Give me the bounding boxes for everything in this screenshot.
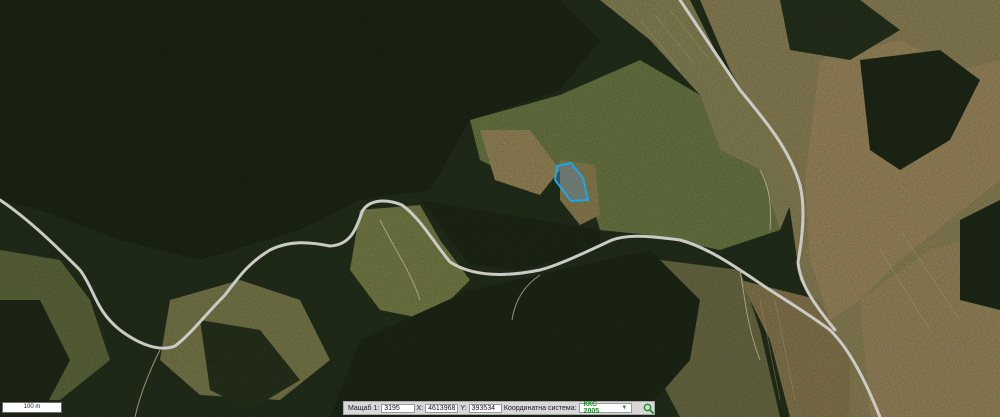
satellite-map[interactable] <box>0 0 1000 417</box>
scale-bar-label: 100 m <box>23 404 41 410</box>
coordinate-system-select[interactable]: ККС 2005 ▼ <box>578 401 633 415</box>
y-coordinate-field[interactable]: 393534 <box>468 403 502 413</box>
chevron-down-icon: ▼ <box>621 405 628 411</box>
x-coordinate-field[interactable]: 4613968 <box>425 403 459 413</box>
scale-label: Мащаб 1: <box>348 404 380 412</box>
coordinate-system-label: Координатна система: <box>503 404 577 412</box>
magnifier-icon[interactable] <box>642 402 654 414</box>
scale-input[interactable]: 3195 <box>381 403 415 413</box>
y-label: Y: <box>460 404 467 412</box>
coordinate-toolbar: Мащаб 1: 3195 X: 4613968 Y: 393534 Коорд… <box>343 401 655 415</box>
scale-bar: 100 m <box>2 402 62 413</box>
x-label: X: <box>416 404 424 412</box>
coordinate-system-value: ККС 2005 <box>583 401 600 415</box>
